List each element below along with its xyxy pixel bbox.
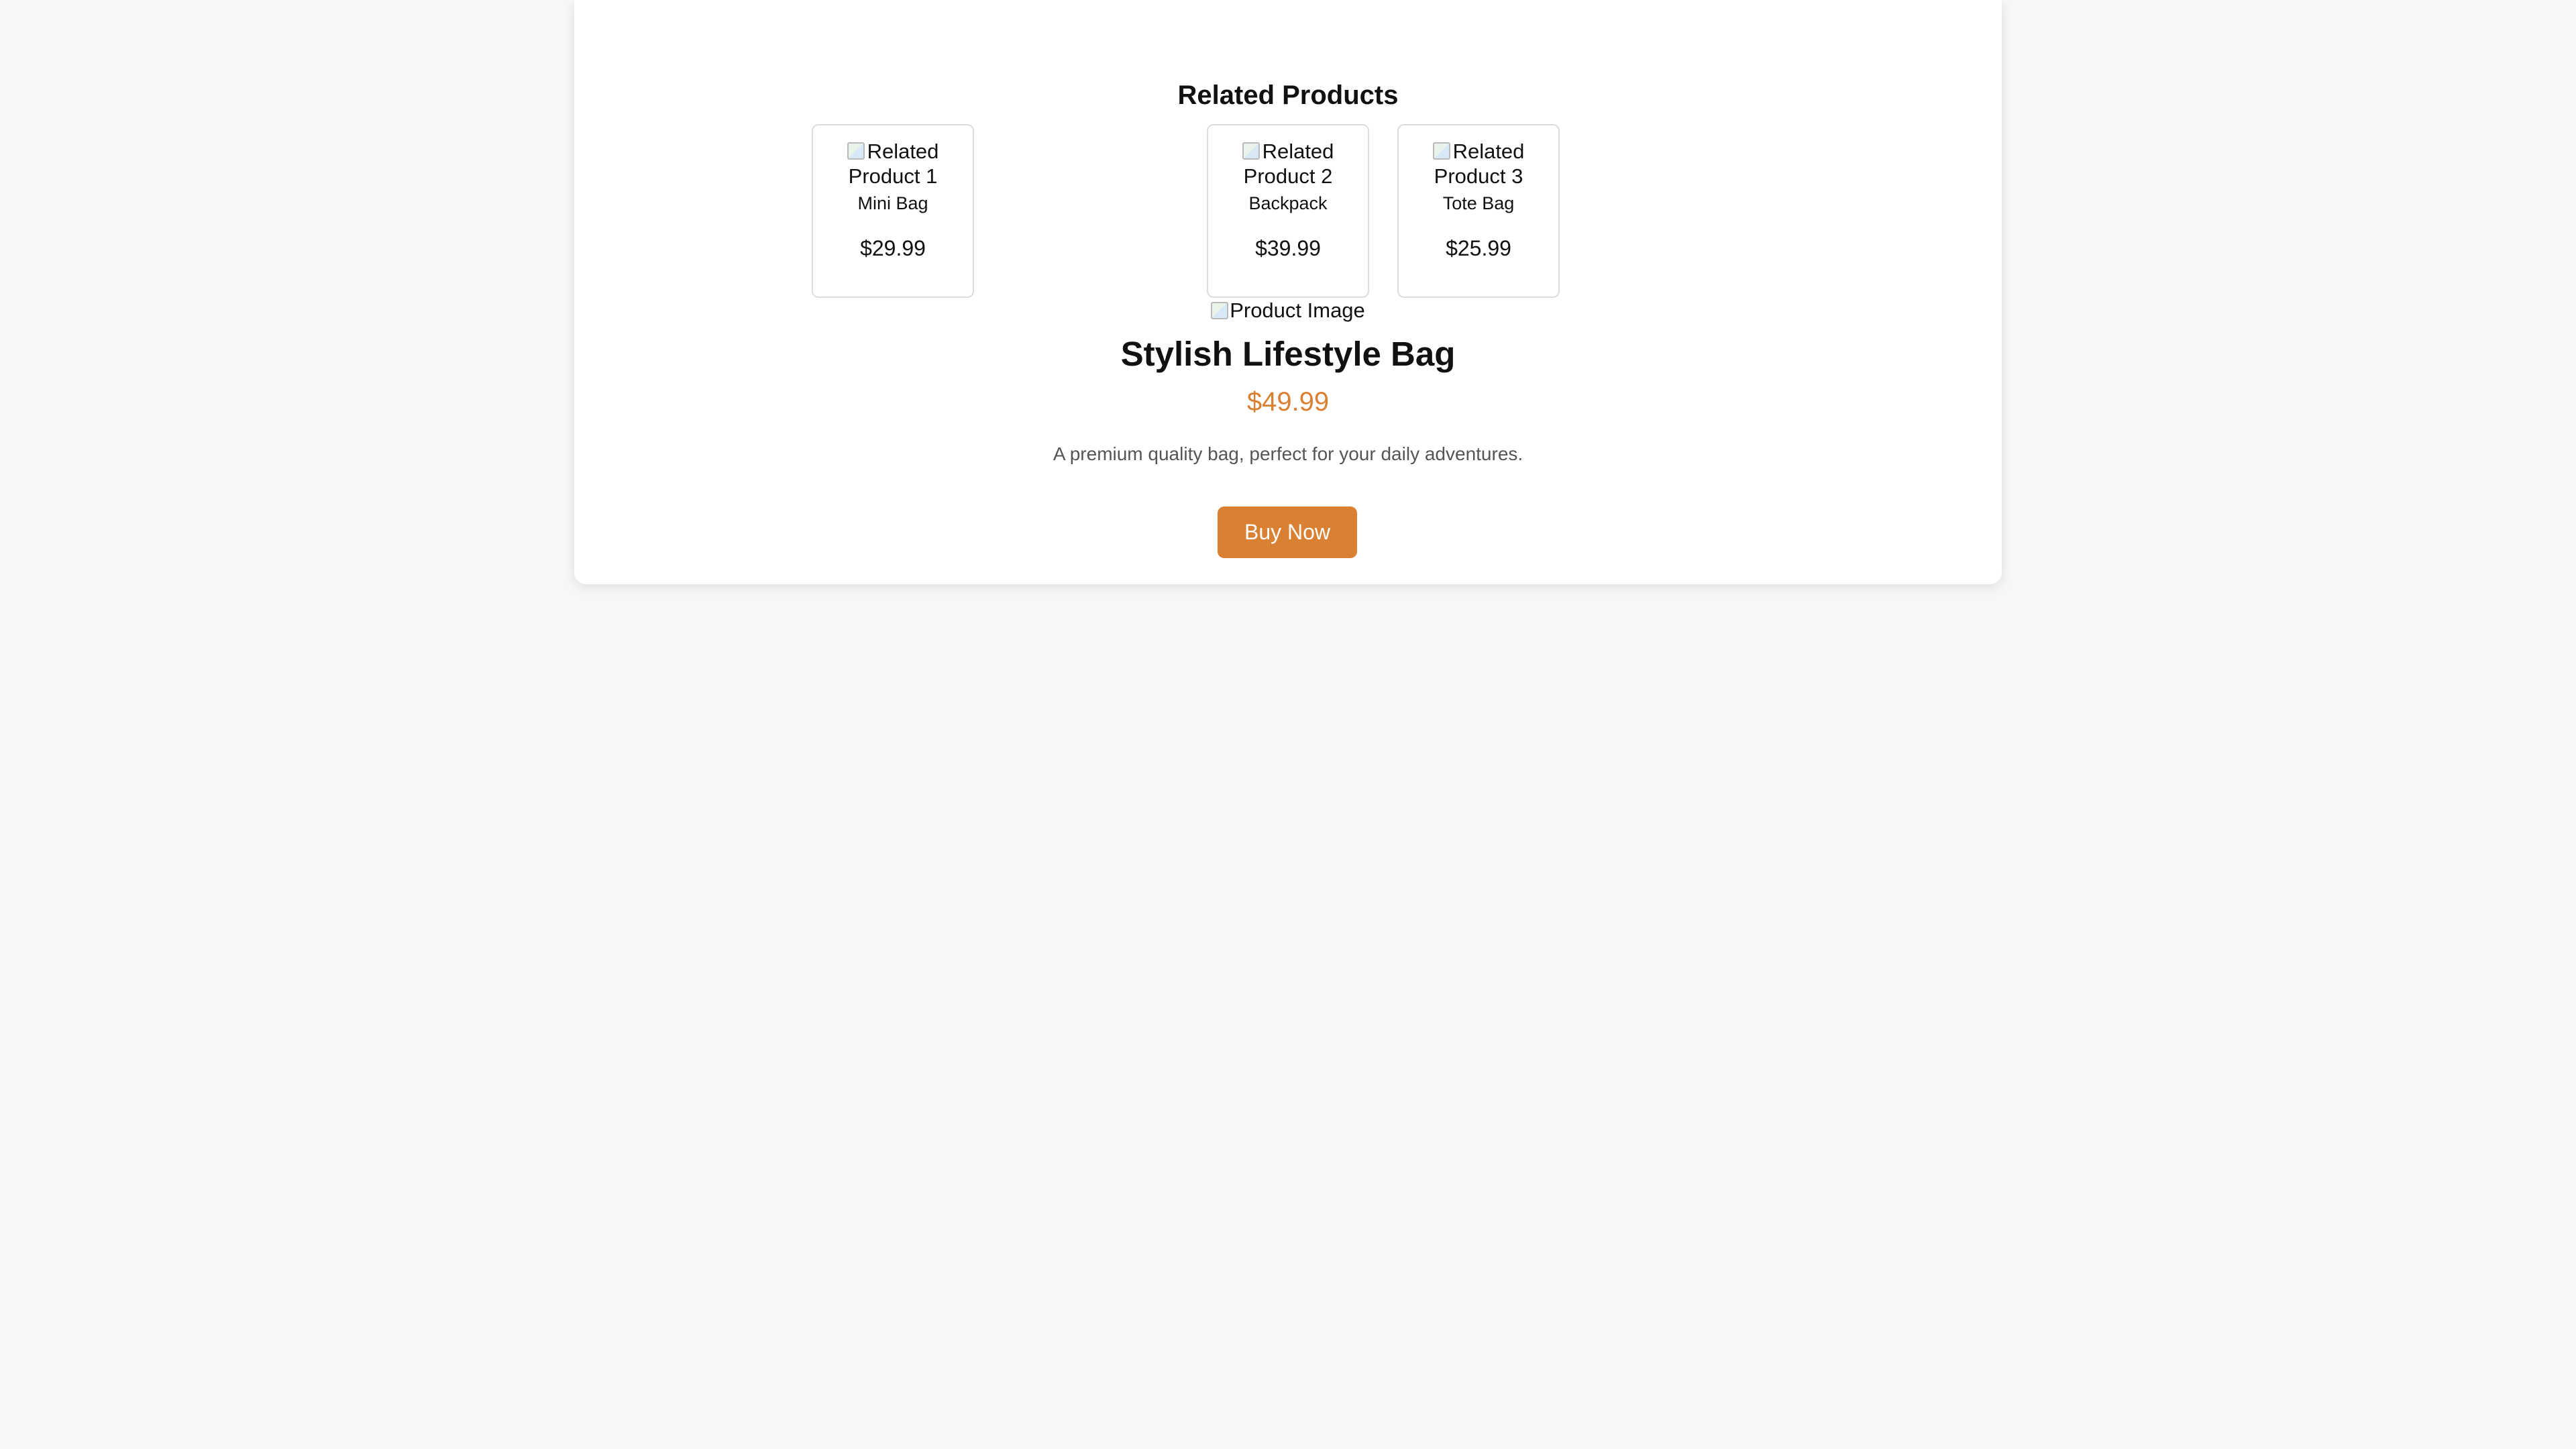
broken-image-icon [1242, 142, 1260, 160]
product-image: Product Image [574, 297, 2002, 324]
related-product-card[interactable]: Related Product 3 Tote Bag $25.99 [1397, 124, 1560, 298]
related-product-price: $25.99 [1446, 236, 1511, 260]
related-product-card[interactable]: Related Product 1 Mini Bag $29.99 [812, 124, 974, 298]
related-product-card[interactable]: Related Product 2 Backpack $39.99 [1207, 124, 1369, 298]
related-product-name: Backpack [1248, 193, 1328, 213]
related-product-name: Mini Bag [857, 193, 928, 213]
product-image-alt: Product Image [1230, 299, 1365, 322]
product-card: Related Products Related Product 1 Mini … [574, 0, 2002, 584]
broken-image-icon [1211, 302, 1229, 319]
related-product-price: $39.99 [1255, 236, 1321, 260]
buy-now-button[interactable]: Buy Now [1218, 506, 1357, 558]
related-product-price: $29.99 [860, 236, 926, 260]
related-product-image[interactable]: Related Product 2 [1221, 139, 1355, 189]
related-product-name: Tote Bag [1442, 193, 1515, 213]
related-product-image[interactable]: Related Product 3 [1411, 139, 1546, 189]
related-product-image[interactable]: Related Product 1 [826, 139, 960, 189]
related-products-heading: Related Products [1177, 80, 1399, 110]
product-price: $49.99 [1246, 387, 1330, 417]
product-title: Stylish Lifestyle Bag [1120, 335, 1456, 373]
broken-image-icon [1432, 142, 1450, 160]
product-description: A premium quality bag, perfect for your … [1053, 443, 1523, 464]
broken-image-icon [847, 142, 865, 160]
